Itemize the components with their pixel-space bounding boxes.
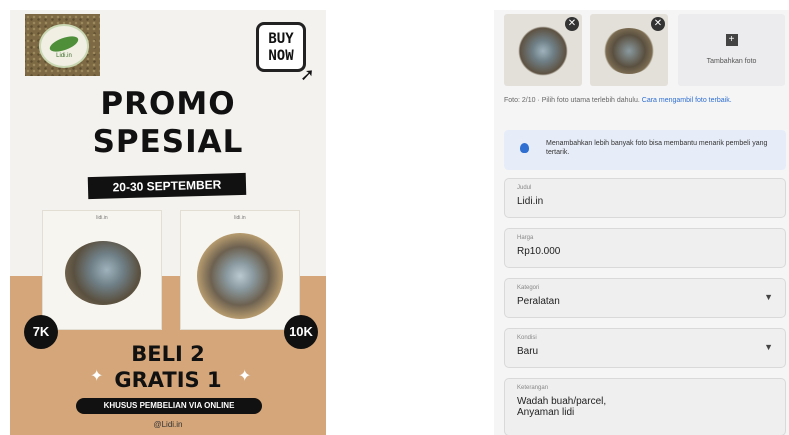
photo-thumbnail[interactable]: ✕: [590, 14, 668, 86]
photo-note-text: Foto: 2/10 · Pilih foto utama terlebih d…: [504, 97, 640, 104]
sparkle-icon: ✦: [90, 368, 104, 385]
price-field-value: Rp10.000: [517, 246, 561, 257]
chevron-down-icon: ▼: [764, 342, 773, 352]
title-field[interactable]: Judul Lidi.in: [504, 178, 786, 218]
title-field-label: Judul: [517, 185, 532, 191]
description-field-label: Keterangan: [517, 385, 549, 391]
condition-select[interactable]: Kondisi Baru ▼: [504, 328, 786, 368]
price-field-label: Harga: [517, 235, 534, 241]
category-select-value: Peralatan: [517, 296, 560, 307]
offer-line2: GRATIS 1: [114, 368, 222, 392]
photo-tips-link[interactable]: Cara mengambil foto terbaik.: [642, 97, 732, 104]
description-line1: Wadah buah/parcel,: [517, 396, 607, 407]
condition-select-label: Kondisi: [517, 335, 537, 341]
photo-note: Foto: 2/10 · Pilih foto utama terlebih d…: [504, 96, 784, 106]
description-field[interactable]: Keterangan Wadah buah/parcel, Anyaman li…: [504, 378, 786, 435]
title-field-value: Lidi.in: [517, 196, 544, 207]
lightbulb-icon: [520, 143, 529, 153]
sparkle-icon: ✦: [238, 368, 252, 385]
description-line2: Anyaman lidi: [517, 407, 575, 418]
date-banner: 20-30 SEPTEMBER: [87, 172, 247, 200]
cursor-icon: ➚: [301, 63, 314, 87]
listing-form: ✕ ✕ + Tambahkan foto Foto: 2/10 · Pilih …: [494, 10, 789, 435]
photo-thumbnail-image: [518, 26, 568, 76]
description-field-value: Wadah buah/parcel, Anyaman lidi: [517, 396, 606, 418]
buy-now-badge: BUY NOW ➚: [256, 22, 313, 85]
category-select[interactable]: Kategori Peralatan ▼: [504, 278, 786, 318]
photo-thumbnail-image: [602, 28, 656, 74]
close-icon[interactable]: ✕: [651, 17, 665, 31]
online-only-pill: KHUSUS PEMBELIAN VIA ONLINE: [76, 398, 262, 414]
promo-title-line2: SPESIAL: [92, 124, 244, 160]
product-bowl-image: [65, 241, 141, 305]
close-icon[interactable]: ✕: [565, 17, 579, 31]
condition-select-value: Baru: [517, 346, 539, 357]
logo-badge: Lidi.in: [39, 24, 89, 68]
add-photo-icon: +: [725, 34, 738, 46]
photo-thumbnail[interactable]: ✕: [504, 14, 582, 86]
add-photo-label: Tambahkan foto: [706, 58, 757, 65]
price-field[interactable]: Harga Rp10.000: [504, 228, 786, 268]
add-photo-button[interactable]: + Tambahkan foto: [678, 14, 785, 86]
promo-poster-image: Lidi.in BUY NOW ➚ PROMO SPESIAL 20-30 SE…: [10, 10, 326, 435]
category-select-label: Kategori: [517, 285, 540, 291]
product-tag: lidi.in: [96, 215, 108, 221]
social-handle: @Lidi.in: [153, 420, 183, 429]
lidi-logo: Lidi.in: [25, 14, 100, 76]
tip-banner: Menambahkan lebih banyak foto bisa memba…: [504, 130, 786, 170]
product-tag: lidi.in: [234, 215, 246, 221]
logo-text: Lidi.in: [56, 53, 72, 59]
product-card-left: lidi.in: [42, 210, 162, 330]
offer-line1: BELI 2: [131, 342, 205, 366]
buy-now-line2: NOW: [268, 48, 294, 64]
product-card-right: lidi.in: [180, 210, 300, 330]
leaf-icon: [47, 33, 81, 55]
chevron-down-icon: ▼: [764, 292, 773, 302]
product-basket-image: [197, 233, 283, 319]
promo-title-line1: PROMO: [100, 86, 236, 122]
tip-text: Menambahkan lebih banyak foto bisa memba…: [546, 140, 768, 156]
buy-now-line1: BUY: [268, 31, 294, 47]
